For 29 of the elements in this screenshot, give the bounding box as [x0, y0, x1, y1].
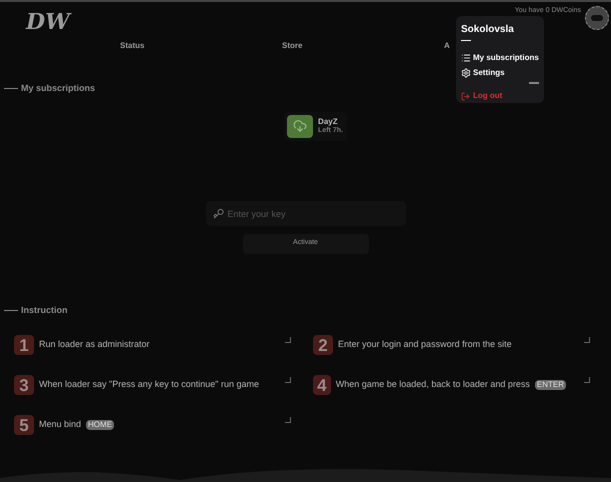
logout-link[interactable]: Log out — [461, 90, 539, 102]
key-field[interactable]: Enter your key — [206, 201, 406, 226]
nav-link[interactable]: Status — [120, 40, 282, 52]
key-badge: HOME — [86, 420, 114, 430]
section-title: Instruction — [21, 304, 68, 316]
step-number: 4 — [313, 375, 331, 395]
cloud-download-icon — [293, 119, 308, 133]
step-text: Enter your login and password from the site — [338, 338, 512, 352]
menu-item[interactable]: My subscriptions — [461, 50, 539, 65]
username: Sokolovsla — [461, 23, 515, 37]
step-number: 5 — [14, 415, 34, 435]
step-text: Run loader as administrator — [39, 338, 150, 352]
step-text: When loader say "Press any key to continue" run game — [39, 378, 260, 392]
step-text: When game be loaded, back to loader and press — [336, 378, 530, 392]
game-name: DayZ — [318, 116, 339, 126]
step-number: 3 — [14, 375, 34, 395]
list-icon — [461, 52, 471, 62]
logout-icon — [461, 92, 470, 100]
step-number: 2 — [313, 335, 333, 355]
step-number: 1 — [14, 335, 34, 355]
step-text: Menu bind — [39, 418, 82, 432]
logo[interactable]: DW — [26, 6, 70, 39]
nav-link[interactable]: Store — [282, 40, 444, 52]
menu-item[interactable]: Settings — [461, 65, 539, 80]
key-icon — [212, 208, 224, 218]
settings-icon — [461, 68, 471, 78]
key-badge: ENTER — [534, 380, 566, 390]
avatar[interactable] — [585, 6, 609, 30]
section-title: My subscriptions — [21, 82, 96, 95]
